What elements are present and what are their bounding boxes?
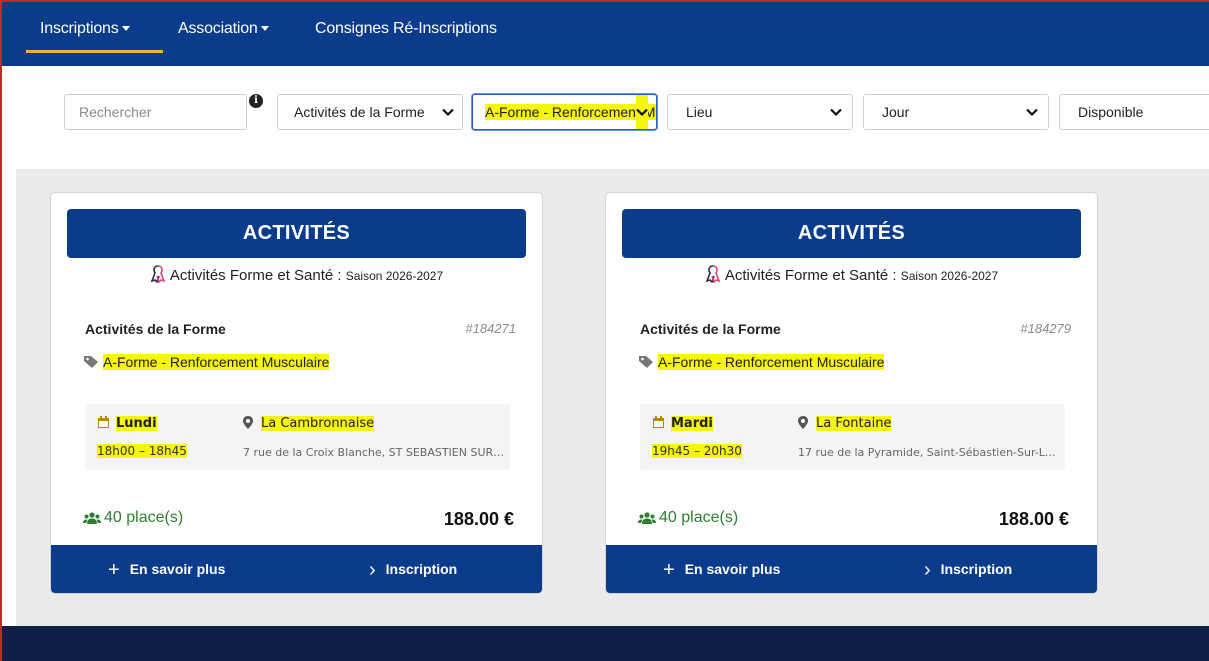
day-value: Lundi xyxy=(116,416,157,431)
category-label: Activités de la Forme xyxy=(85,321,226,337)
availability-select-value: Disponible xyxy=(1078,104,1144,120)
active-tab-indicator xyxy=(26,50,163,53)
card-footer: + En savoir plus › Inscription xyxy=(51,545,542,593)
tag-icon xyxy=(638,355,654,372)
address-value: 7 rue de la Croix Blanche, ST SEBASTIEN … xyxy=(243,446,505,459)
day-label: Lundi xyxy=(97,416,157,433)
nav-inscriptions[interactable]: Inscriptions xyxy=(40,20,130,38)
nav-consignes[interactable]: Consignes Ré-Inscriptions xyxy=(315,20,497,38)
nav-association-label: Association xyxy=(178,20,258,37)
activity-tag: A-Forme - Renforcement Musculaire xyxy=(638,354,885,372)
activity-card: ACTIVITÉS Activités Forme et Santé : Sai… xyxy=(50,192,543,594)
ribbon-icon xyxy=(150,265,166,287)
place-label: La Fontaine xyxy=(798,416,892,433)
reference-number: #184271 xyxy=(465,321,516,336)
more-info-button[interactable]: + En savoir plus xyxy=(663,545,780,593)
category-label: Activités de la Forme xyxy=(640,321,781,337)
ribbon-icon xyxy=(705,265,721,287)
activity-select-value: Activités de la Forme xyxy=(294,104,425,120)
place-value: La Cambronnaise xyxy=(261,416,375,431)
plus-icon: + xyxy=(108,559,120,581)
day-select[interactable]: Jour xyxy=(863,94,1049,130)
nav-association[interactable]: Association xyxy=(178,20,269,38)
day-select-value: Jour xyxy=(882,104,910,120)
seats-available: 40 place(s) xyxy=(638,509,738,529)
more-info-label: En savoir plus xyxy=(684,561,781,577)
search-field[interactable] xyxy=(64,94,247,130)
page-footer xyxy=(0,626,1209,661)
nav-inscriptions-label: Inscriptions xyxy=(40,20,119,37)
activity-select[interactable]: Activités de la Forme xyxy=(277,94,463,130)
place-label: La Cambronnaise xyxy=(243,416,375,433)
map-pin-icon xyxy=(798,416,808,433)
info-icon[interactable]: i xyxy=(249,94,263,108)
chevron-down-icon xyxy=(442,95,454,129)
subactivity-select[interactable]: A-Forme - Renforcement Musculaire xyxy=(472,94,657,130)
time-value: 19h45 – 20h30 xyxy=(652,444,742,458)
more-info-label: En savoir plus xyxy=(129,561,226,577)
place-value: La Fontaine xyxy=(816,416,892,431)
register-label: Inscription xyxy=(940,561,1013,577)
top-navbar: Inscriptions Association Consignes Ré-In… xyxy=(0,0,1209,66)
activity-name: A-Forme - Renforcement Musculaire xyxy=(103,354,330,370)
users-icon xyxy=(83,511,101,529)
price-value: 188.00 € xyxy=(443,509,514,529)
activity-tag: A-Forme - Renforcement Musculaire xyxy=(83,354,330,372)
price-value: 188.00 € xyxy=(998,509,1069,529)
plus-icon: + xyxy=(663,559,675,581)
seats-value: 40 place(s) xyxy=(659,509,739,526)
activity-name: A-Forme - Renforcement Musculaire xyxy=(658,354,885,370)
nav-consignes-label: Consignes Ré-Inscriptions xyxy=(315,20,497,37)
seats-value: 40 place(s) xyxy=(104,509,184,526)
register-button[interactable]: › Inscription xyxy=(924,545,1012,593)
chevron-right-icon: › xyxy=(369,559,376,581)
register-button[interactable]: › Inscription xyxy=(369,545,457,593)
season-line: Activités Forme et Santé : Saison 2026-2… xyxy=(606,265,1097,287)
tag-icon xyxy=(83,355,99,372)
season-line: Activités Forme et Santé : Saison 2026-2… xyxy=(51,265,542,287)
schedule-box: Lundi 18h00 – 18h45 La Cambronnaise 7 ru… xyxy=(85,404,510,470)
card-header: ACTIVITÉS xyxy=(622,209,1081,258)
season-prefix: Activités Forme et Santé : xyxy=(724,267,901,284)
chevron-right-icon: › xyxy=(924,559,931,581)
schedule-box: Mardi 19h45 – 20h30 La Fontaine 17 rue d… xyxy=(640,404,1065,470)
season-prefix: Activités Forme et Santé : xyxy=(169,267,346,284)
subactivity-select-value: A-Forme - Renforcement Musculaire xyxy=(485,104,656,120)
users-icon xyxy=(638,511,656,529)
card-header: ACTIVITÉS xyxy=(67,209,526,258)
reference-number: #184279 xyxy=(1020,321,1071,336)
card-footer: + En savoir plus › Inscription xyxy=(606,545,1097,593)
season-label: Saison 2026-2027 xyxy=(345,269,444,283)
caret-down-icon xyxy=(260,26,269,32)
season-label: Saison 2026-2027 xyxy=(900,269,999,283)
address-value: 17 rue de la Pyramide, Saint-Sébastien-S… xyxy=(798,446,1060,459)
search-input[interactable] xyxy=(77,103,241,121)
calendar-icon xyxy=(652,416,665,433)
chevron-down-icon xyxy=(1026,95,1038,129)
register-label: Inscription xyxy=(385,561,458,577)
filter-bar: i Activités de la Forme A-Forme - Renfor… xyxy=(0,66,1209,169)
day-label: Mardi xyxy=(652,416,713,433)
calendar-icon xyxy=(97,416,110,433)
day-value: Mardi xyxy=(671,416,713,431)
location-select-value: Lieu xyxy=(686,104,713,120)
location-select[interactable]: Lieu xyxy=(667,94,853,130)
activity-card: ACTIVITÉS Activités Forme et Santé : Sai… xyxy=(605,192,1098,594)
chevron-down-icon xyxy=(636,95,648,129)
chevron-down-icon xyxy=(830,95,842,129)
caret-down-icon xyxy=(121,26,130,32)
seats-available: 40 place(s) xyxy=(83,509,183,529)
availability-select[interactable]: Disponible xyxy=(1059,94,1209,130)
time-value: 18h00 – 18h45 xyxy=(97,444,187,458)
more-info-button[interactable]: + En savoir plus xyxy=(108,545,225,593)
map-pin-icon xyxy=(243,416,253,433)
